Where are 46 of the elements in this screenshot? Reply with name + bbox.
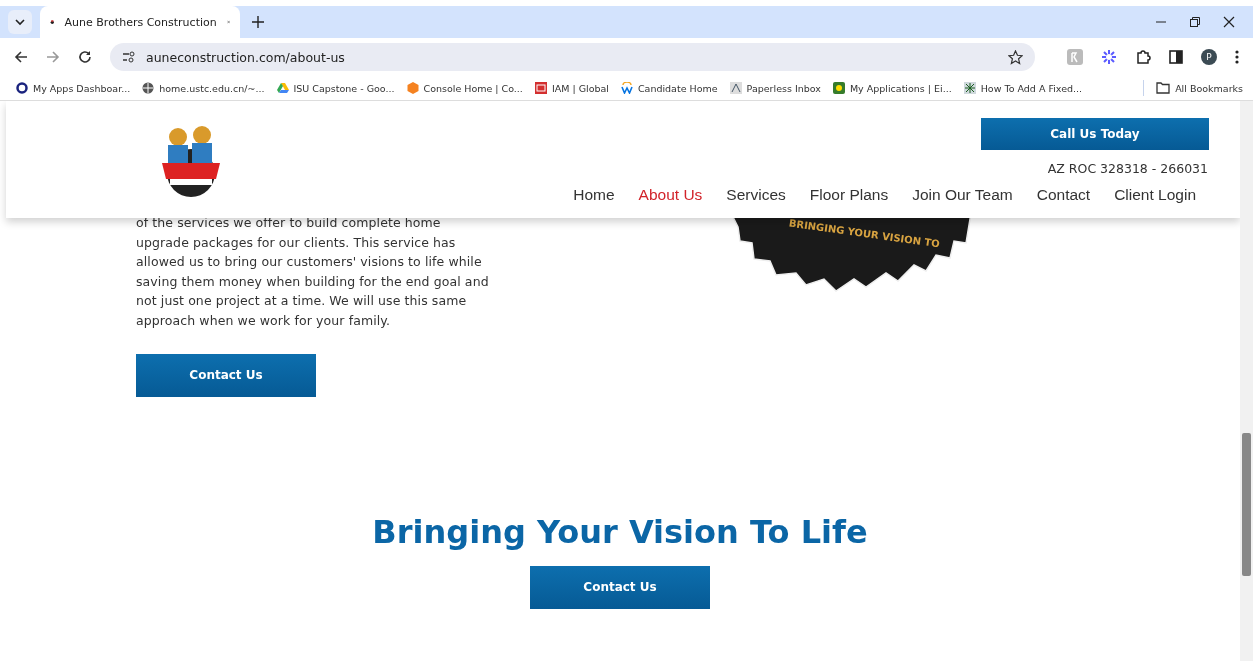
bookmark-item[interactable]: How To Add A Fixed...	[963, 82, 1083, 94]
bookmark-item[interactable]: Paperless Inbox	[729, 82, 821, 94]
nav-link[interactable]: Services	[726, 186, 786, 204]
side-panel-icon[interactable]	[1169, 50, 1183, 64]
nav-link[interactable]: Join Our Team	[912, 186, 1013, 204]
forward-icon[interactable]	[46, 50, 60, 64]
sparkle-icon[interactable]	[1101, 49, 1117, 65]
browser-tab[interactable]: Aune Brothers Construction	[40, 6, 240, 38]
nav-link[interactable]: Contact	[1036, 186, 1091, 204]
circle-icon	[16, 82, 28, 94]
puzzle-icon[interactable]	[1135, 49, 1151, 65]
bookmark-item[interactable]: home.ustc.edu.cn/~...	[142, 82, 265, 94]
profile-avatar[interactable]: P	[1201, 49, 1217, 65]
nav-link[interactable]: About Us	[638, 186, 703, 204]
nav-link[interactable]: Home	[573, 186, 615, 204]
restore-icon[interactable]	[1189, 16, 1201, 28]
bookmark-item[interactable]: My Applications | Ei...	[832, 82, 952, 94]
bookmark-item[interactable]: IAM | Global	[534, 82, 609, 94]
drive-icon	[276, 82, 289, 94]
nav-link[interactable]: Floor Plans	[809, 186, 889, 204]
bookmark-item[interactable]: Candidate Home	[620, 82, 718, 94]
contact-us-button[interactable]: Contact Us	[530, 565, 710, 609]
site-settings-icon[interactable]	[122, 51, 136, 63]
reload-icon[interactable]	[78, 50, 92, 64]
cube-icon	[406, 82, 419, 94]
caret-icon	[15, 18, 25, 26]
nav-link[interactable]: Client Login	[1114, 186, 1196, 204]
all-bookmarks-item[interactable]: All Bookmarks	[1156, 82, 1243, 94]
tab-search-button[interactable]	[8, 10, 32, 34]
address-bar[interactable]: auneconstruction.com/about-us	[110, 43, 1035, 71]
close-icon[interactable]	[1223, 16, 1235, 28]
cta-heading: Bringing Your Vision To Life	[372, 511, 868, 552]
paper-icon	[729, 82, 742, 94]
bookmark-item[interactable]: Console Home | Co...	[406, 82, 523, 94]
folder-icon	[1156, 82, 1171, 94]
back-icon[interactable]	[14, 50, 28, 64]
menu-icon[interactable]	[1235, 50, 1239, 64]
license-number: AZ ROC 328318 - 266031	[1047, 161, 1208, 176]
bookmark-item[interactable]: My Apps Dashboar...	[16, 82, 131, 94]
globe-icon	[142, 82, 155, 94]
new-tab-icon[interactable]	[252, 16, 264, 28]
scrollbar[interactable]	[1240, 101, 1253, 661]
star-icon[interactable]	[1008, 49, 1023, 65]
bookmark-item[interactable]: ISU Capstone - Goo...	[276, 82, 395, 94]
contact-us-button[interactable]: Contact Us	[136, 353, 316, 397]
call-us-today-button[interactable]: Call Us Today	[981, 118, 1209, 150]
